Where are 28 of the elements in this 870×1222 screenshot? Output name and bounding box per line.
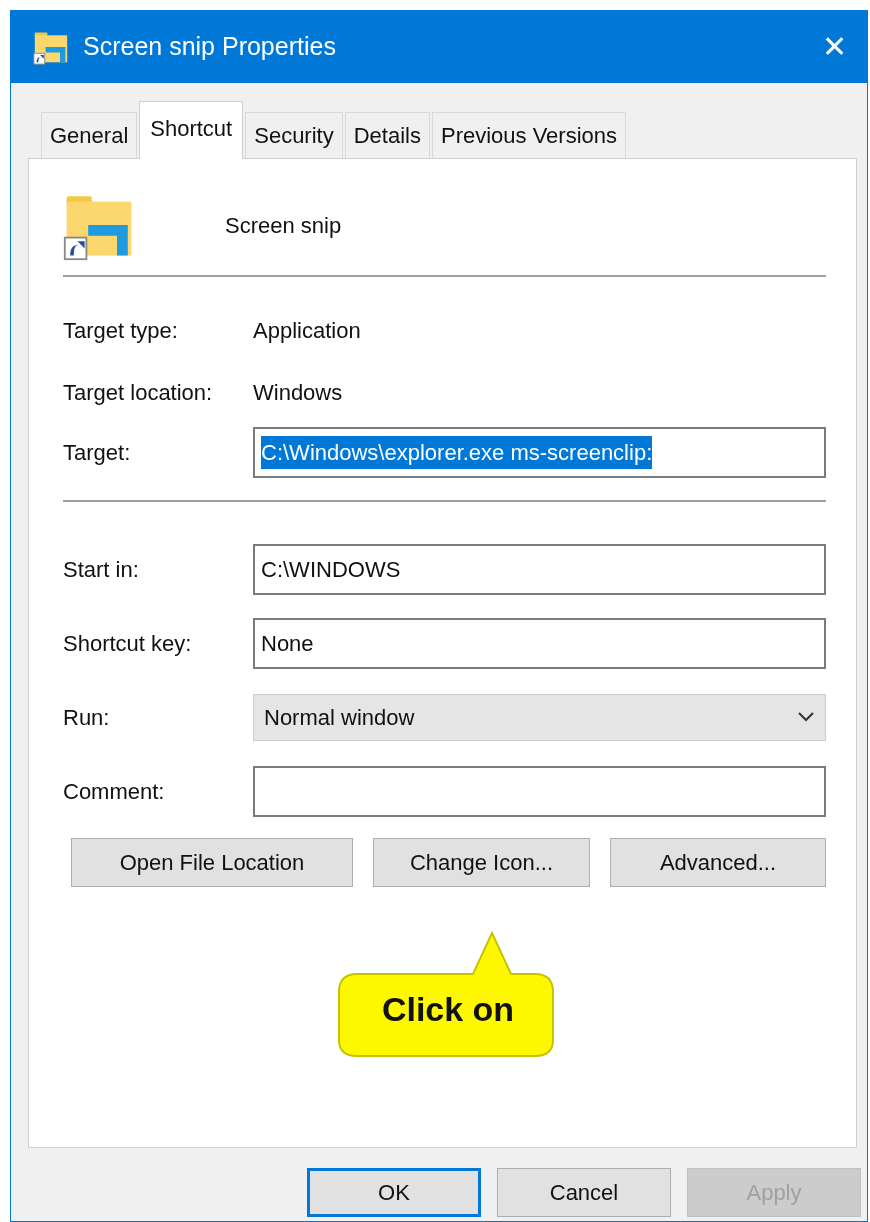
property-label: Target location: (63, 378, 214, 407)
tab[interactable]: Details (344, 112, 430, 158)
dialog-button[interactable]: Change Icon... (373, 838, 590, 887)
tab[interactable]: Previous Versions (431, 112, 627, 158)
field-label: Start in: (63, 555, 140, 584)
dialog-button[interactable]: OK (307, 1168, 481, 1217)
field-label: Target: (63, 439, 132, 467)
property-value: Application (253, 316, 361, 345)
property-value: Windows (253, 378, 343, 407)
dialog-button[interactable]: Cancel (497, 1168, 671, 1217)
close-button[interactable]: ✕ (816, 32, 853, 62)
dialog-button[interactable]: Open File Location (71, 838, 353, 887)
input-field[interactable] (253, 765, 826, 817)
tab[interactable]: Security (245, 112, 343, 158)
run-dropdown[interactable]: Normal window (253, 693, 826, 741)
field-label: Comment: (63, 777, 166, 806)
field-label: Shortcut key: (63, 629, 193, 658)
input-field[interactable]: C:\WINDOWS (253, 543, 826, 595)
target-field[interactable]: C:\Windows\explorer.exe ms-screenclip: (253, 427, 826, 478)
window-title: Screen snip Properties (83, 31, 337, 63)
property-label: Target type: (63, 316, 179, 345)
dialog-button[interactable]: Advanced... (610, 838, 826, 887)
tab[interactable]: General (41, 112, 138, 158)
chevron-down-icon (797, 711, 815, 723)
shortcut-name: Screen snip (225, 211, 342, 240)
input-field[interactable]: None (253, 617, 826, 669)
field-label: Run: (63, 703, 111, 732)
tab[interactable]: Shortcut (139, 101, 244, 159)
